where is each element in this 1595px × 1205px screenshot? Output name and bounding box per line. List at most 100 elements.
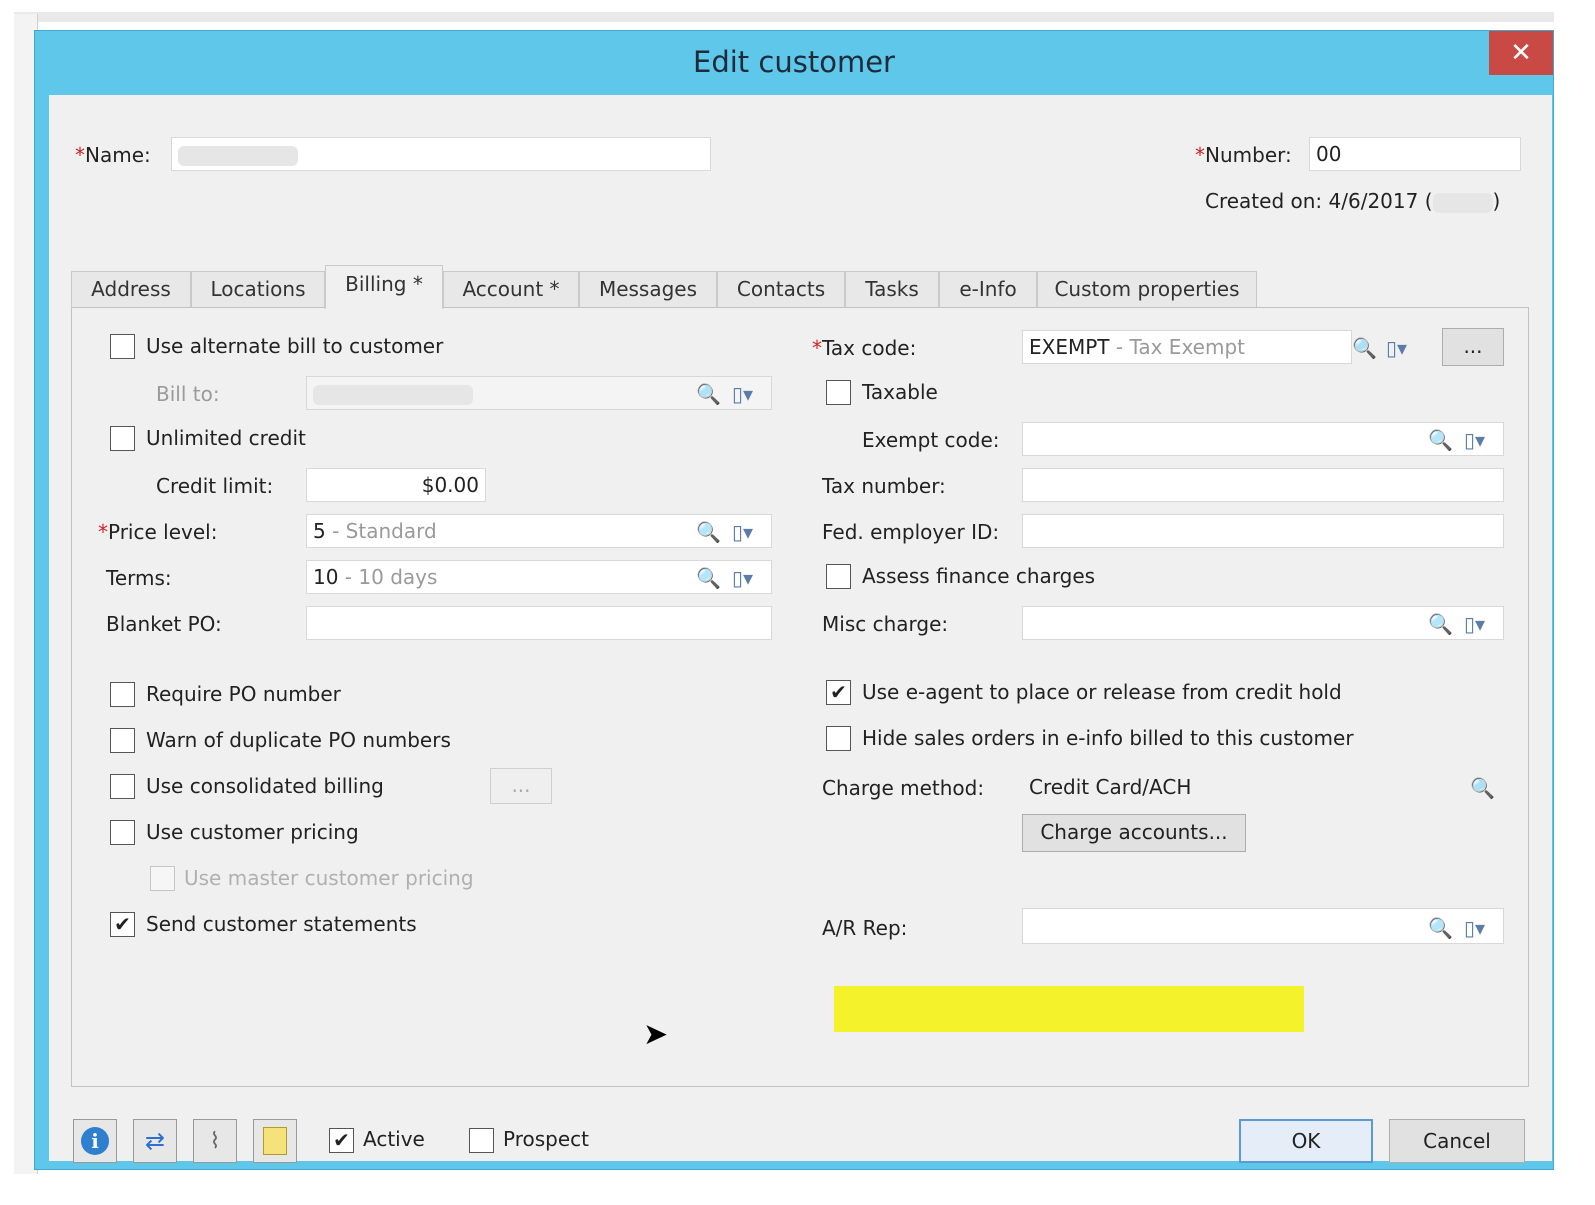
tax-code-lookup-icon[interactable]: 🔍 bbox=[1352, 336, 1377, 360]
ar-rep-lookup-icon[interactable]: 🔍 bbox=[1428, 916, 1453, 940]
title-bar[interactable]: Edit customer ✕ bbox=[35, 31, 1553, 95]
use-alternate-bill-checkbox[interactable] bbox=[110, 334, 135, 359]
redacted-bill-to bbox=[313, 384, 473, 405]
fed-employer-label: Fed. employer ID: bbox=[822, 520, 1000, 544]
redacted-name bbox=[178, 145, 298, 166]
unlimited-credit-checkbox[interactable] bbox=[110, 426, 135, 451]
tax-code-field[interactable]: EXEMPT - Tax Exempt bbox=[1022, 330, 1352, 364]
active-label: Active bbox=[363, 1127, 425, 1151]
fed-employer-field[interactable] bbox=[1022, 514, 1504, 548]
customer-pricing-label: Use customer pricing bbox=[146, 820, 359, 844]
credit-limit-label: Credit limit: bbox=[156, 474, 274, 498]
terms-label: Terms: bbox=[106, 566, 172, 590]
e-agent-label: Use e-agent to place or release from cre… bbox=[862, 680, 1342, 704]
terms-lookup-icon[interactable]: 🔍 bbox=[696, 566, 721, 590]
ar-rep-label: A/R Rep: bbox=[822, 916, 908, 940]
bill-to-lookup-icon[interactable]: 🔍 bbox=[696, 382, 721, 406]
paperclip-icon: ⌇ bbox=[209, 1128, 221, 1154]
tab-tasks[interactable]: Tasks bbox=[845, 271, 939, 307]
hide-sales-orders-checkbox[interactable] bbox=[826, 726, 851, 751]
bill-to-dropdown-icon[interactable]: ▯▾ bbox=[732, 382, 753, 406]
info-icon: i bbox=[81, 1127, 109, 1155]
number-label: *Number: bbox=[1195, 143, 1292, 167]
tax-code-label: *Tax code: bbox=[812, 336, 917, 360]
customer-pricing-checkbox[interactable] bbox=[110, 820, 135, 845]
tab-messages[interactable]: Messages bbox=[579, 271, 717, 307]
tax-number-label: Tax number: bbox=[822, 474, 946, 498]
price-level-dropdown-icon[interactable]: ▯▾ bbox=[732, 520, 753, 544]
consolidated-billing-button[interactable]: ... bbox=[490, 768, 552, 804]
unlimited-credit-label: Unlimited credit bbox=[146, 426, 306, 450]
price-level-label: *Price level: bbox=[98, 520, 218, 544]
created-on-text: Created on: 4/6/2017 () bbox=[1205, 189, 1501, 213]
prospect-label: Prospect bbox=[503, 1127, 589, 1151]
tab-contacts[interactable]: Contacts bbox=[717, 271, 845, 307]
notes-icon bbox=[263, 1127, 287, 1155]
misc-charge-lookup-icon[interactable]: 🔍 bbox=[1428, 612, 1453, 636]
master-pricing-checkbox[interactable] bbox=[150, 866, 175, 891]
tax-number-field[interactable] bbox=[1022, 468, 1504, 502]
e-agent-checkbox[interactable]: ✔ bbox=[826, 680, 851, 705]
hide-sales-orders-label: Hide sales orders in e-info billed to th… bbox=[862, 726, 1354, 750]
warn-duplicate-po-checkbox[interactable] bbox=[110, 728, 135, 753]
require-po-label: Require PO number bbox=[146, 682, 341, 706]
credit-limit-field[interactable]: $0.00 bbox=[306, 468, 486, 502]
use-alternate-bill-label: Use alternate bill to customer bbox=[146, 334, 444, 358]
notes-button[interactable] bbox=[253, 1119, 297, 1163]
tab-e-info[interactable]: e-Info bbox=[939, 271, 1037, 307]
redacted-created-by bbox=[1432, 192, 1493, 213]
consolidated-billing-checkbox[interactable] bbox=[110, 774, 135, 799]
bill-to-label: Bill to: bbox=[156, 382, 220, 406]
mouse-cursor-icon: ➤ bbox=[643, 1017, 669, 1052]
charge-method-field[interactable]: Credit Card/ACH bbox=[1022, 770, 1504, 804]
assess-finance-checkbox[interactable] bbox=[826, 564, 851, 589]
misc-charge-dropdown-icon[interactable]: ▯▾ bbox=[1464, 612, 1485, 636]
dialog-title: Edit customer bbox=[693, 45, 895, 79]
cancel-button[interactable]: Cancel bbox=[1389, 1119, 1525, 1163]
name-label: *Name: bbox=[75, 143, 151, 167]
blanket-po-label: Blanket PO: bbox=[106, 612, 222, 636]
tab-custom-properties[interactable]: Custom properties bbox=[1037, 271, 1257, 307]
ar-rep-dropdown-icon[interactable]: ▯▾ bbox=[1464, 916, 1485, 940]
transfer-arrows-icon: ⇄ bbox=[144, 1127, 166, 1155]
assess-finance-label: Assess finance charges bbox=[862, 564, 1096, 588]
tab-address[interactable]: Address bbox=[71, 271, 191, 307]
taxable-checkbox[interactable] bbox=[826, 380, 851, 405]
tab-locations[interactable]: Locations bbox=[191, 271, 325, 307]
taxable-label: Taxable bbox=[862, 380, 938, 404]
name-field[interactable] bbox=[171, 137, 711, 171]
charge-method-lookup-icon[interactable]: 🔍 bbox=[1470, 776, 1495, 800]
consolidated-billing-label: Use consolidated billing bbox=[146, 774, 384, 798]
billing-panel: Use alternate bill to customer Bill to: … bbox=[71, 307, 1529, 1087]
charge-accounts-button[interactable]: Charge accounts... bbox=[1022, 814, 1246, 852]
exempt-code-dropdown-icon[interactable]: ▯▾ bbox=[1464, 428, 1485, 452]
charge-method-highlight bbox=[834, 986, 1304, 1032]
transfer-button[interactable]: ⇄ bbox=[133, 1119, 177, 1163]
active-checkbox[interactable]: ✔ bbox=[329, 1128, 354, 1153]
exempt-code-lookup-icon[interactable]: 🔍 bbox=[1428, 428, 1453, 452]
misc-charge-label: Misc charge: bbox=[822, 612, 949, 636]
background-window-strip bbox=[14, 12, 1554, 22]
tax-code-more-button[interactable]: ... bbox=[1442, 328, 1504, 366]
edit-customer-dialog: Edit customer ✕ *Name: *Number: 00 Creat… bbox=[34, 30, 1554, 1170]
send-statements-label: Send customer statements bbox=[146, 912, 417, 936]
require-po-checkbox[interactable] bbox=[110, 682, 135, 707]
charge-method-label: Charge method: bbox=[822, 776, 985, 800]
close-button[interactable]: ✕ bbox=[1489, 31, 1553, 75]
master-pricing-label: Use master customer pricing bbox=[184, 866, 474, 890]
ok-button[interactable]: OK bbox=[1239, 1119, 1373, 1163]
price-level-lookup-icon[interactable]: 🔍 bbox=[696, 520, 721, 544]
dialog-body: *Name: *Number: 00 Created on: 4/6/2017 … bbox=[49, 95, 1552, 1163]
terms-dropdown-icon[interactable]: ▯▾ bbox=[732, 566, 753, 590]
info-button[interactable]: i bbox=[73, 1119, 117, 1163]
warn-duplicate-po-label: Warn of duplicate PO numbers bbox=[146, 728, 451, 752]
prospect-checkbox[interactable] bbox=[469, 1128, 494, 1153]
attachment-button[interactable]: ⌇ bbox=[193, 1119, 237, 1163]
tax-code-dropdown-icon[interactable]: ▯▾ bbox=[1386, 336, 1407, 360]
number-field[interactable]: 00 bbox=[1309, 137, 1521, 171]
exempt-code-label: Exempt code: bbox=[862, 428, 1000, 452]
tab-account[interactable]: Account * bbox=[443, 271, 579, 307]
blanket-po-field[interactable] bbox=[306, 606, 772, 640]
send-statements-checkbox[interactable]: ✔ bbox=[110, 912, 135, 937]
tab-billing[interactable]: Billing * bbox=[325, 265, 443, 309]
